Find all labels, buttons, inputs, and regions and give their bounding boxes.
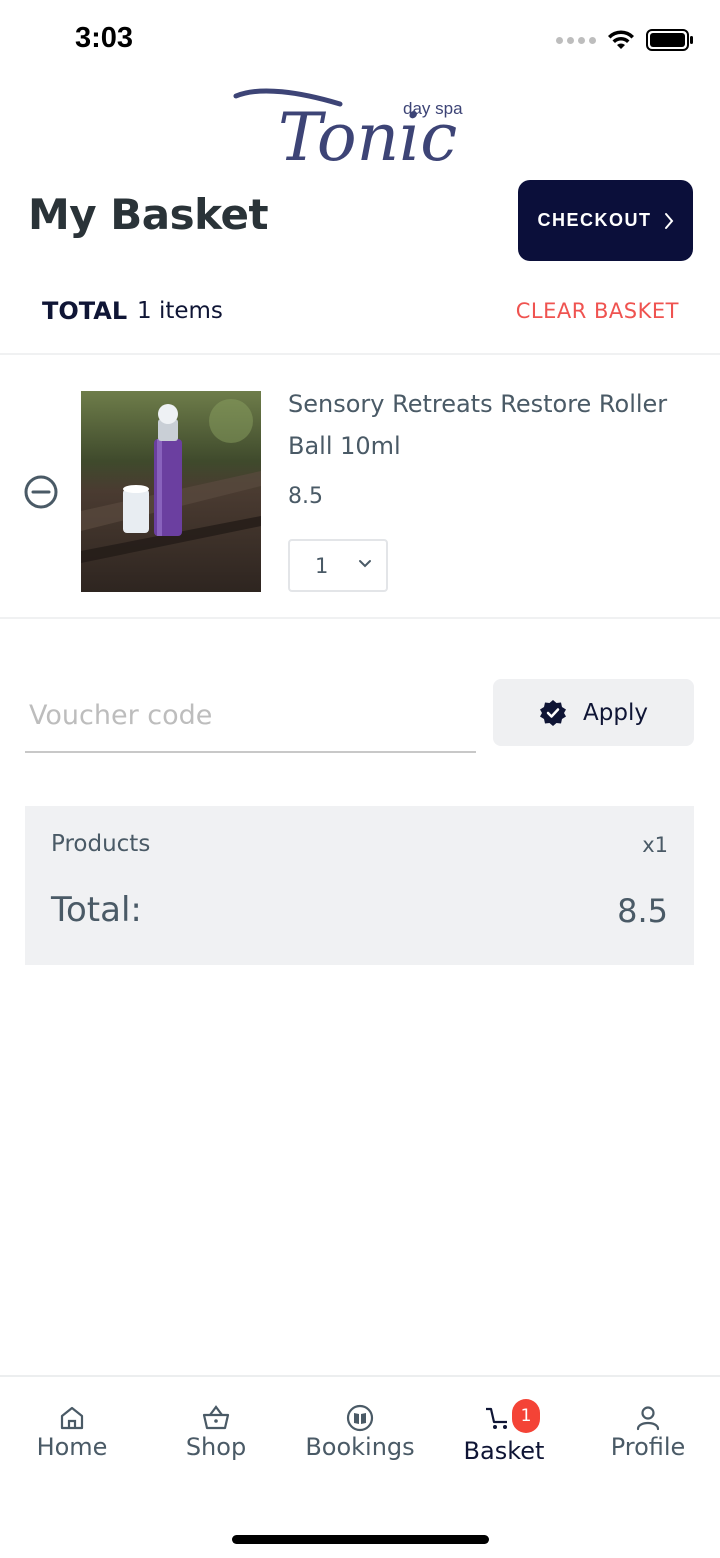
checkout-label: CHECKOUT bbox=[537, 210, 652, 230]
tab-basket[interactable]: 1 Basket bbox=[432, 1377, 576, 1487]
summary-total-value: 8.5 bbox=[617, 892, 668, 930]
checkout-button[interactable]: CHECKOUT bbox=[518, 180, 693, 261]
wifi-icon bbox=[608, 30, 634, 49]
verified-badge-icon bbox=[540, 699, 567, 726]
summary-products-label: Products bbox=[51, 831, 151, 857]
items-count: 1 items bbox=[137, 298, 223, 324]
status-bar: 3:03 bbox=[0, 0, 720, 80]
chevron-down-icon bbox=[359, 560, 371, 568]
tab-shop-label: Shop bbox=[185, 1433, 247, 1461]
product-price: 8.5 bbox=[288, 484, 323, 509]
tab-home[interactable]: Home bbox=[0, 1377, 144, 1487]
bottom-tab-bar: Home Shop Bookings 1 Basket Profile bbox=[0, 1375, 720, 1558]
chevron-right-icon bbox=[664, 212, 673, 229]
basket-item: Sensory Retreats Restore Roller Ball 10m… bbox=[0, 357, 720, 619]
summary-total-label: Total: bbox=[51, 890, 142, 930]
tab-bookings[interactable]: Bookings bbox=[288, 1377, 432, 1487]
svg-text:Tonic: Tonic bbox=[278, 99, 457, 172]
page-title: My Basket bbox=[28, 190, 269, 239]
product-name: Sensory Retreats Restore Roller Ball 10m… bbox=[288, 390, 668, 460]
status-icons bbox=[556, 28, 694, 52]
tab-shop[interactable]: Shop bbox=[144, 1377, 288, 1487]
cellular-signal-icon bbox=[556, 36, 596, 44]
total-label: TOTAL bbox=[42, 297, 128, 325]
tonic-day-spa-logo: day spa Tonic bbox=[233, 88, 463, 172]
book-icon bbox=[346, 1404, 374, 1432]
order-summary: Products x1 Total: 8.5 bbox=[25, 806, 694, 965]
home-indicator bbox=[232, 1535, 489, 1544]
cart-count-badge: 1 bbox=[512, 1399, 540, 1433]
apply-voucher-button[interactable]: Apply bbox=[493, 679, 694, 746]
basket-total-row: TOTAL 1 items CLEAR BASKET bbox=[0, 285, 720, 355]
tab-home-label: Home bbox=[36, 1433, 108, 1461]
summary-products-count: x1 bbox=[642, 833, 668, 857]
battery-icon bbox=[646, 29, 693, 51]
clear-basket-button[interactable]: CLEAR BASKET bbox=[516, 299, 679, 323]
status-time: 3:03 bbox=[75, 22, 134, 54]
basket-icon bbox=[202, 1405, 230, 1430]
remove-item-icon[interactable] bbox=[23, 474, 59, 510]
tab-profile[interactable]: Profile bbox=[576, 1377, 720, 1487]
tab-bookings-label: Bookings bbox=[305, 1433, 415, 1461]
voucher-code-input[interactable] bbox=[25, 676, 476, 753]
quantity-select[interactable]: 1 bbox=[288, 539, 388, 592]
quantity-value: 1 bbox=[315, 553, 329, 578]
tab-basket-label: Basket bbox=[463, 1437, 545, 1465]
apply-label: Apply bbox=[583, 699, 648, 726]
person-icon bbox=[636, 1406, 660, 1431]
cart-icon bbox=[486, 1407, 507, 1429]
tab-profile-label: Profile bbox=[610, 1433, 686, 1461]
product-image bbox=[81, 391, 261, 592]
home-icon bbox=[60, 1406, 84, 1430]
